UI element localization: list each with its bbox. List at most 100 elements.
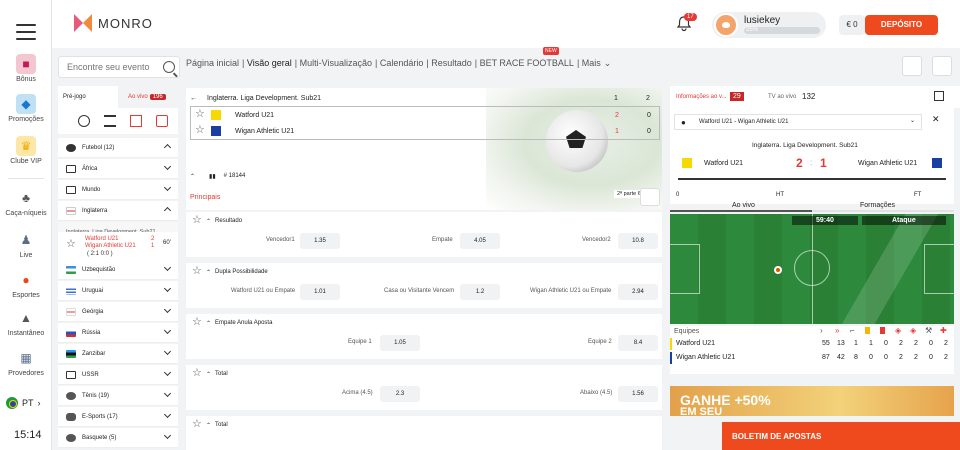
chevron-up-icon[interactable]: ⌃ (206, 218, 211, 225)
sport-row-tennis[interactable]: Tênis (19) (58, 386, 178, 406)
rail-item-slots[interactable]: ♣ Caça-níqueis (0, 188, 52, 217)
favorite-star-icon[interactable] (192, 213, 202, 226)
country-row[interactable]: Uruguai (58, 281, 178, 301)
betslip-button[interactable]: BOLETIM DE APOSTAS (722, 422, 960, 450)
favorite-star-icon[interactable] (195, 123, 205, 136)
team2-kit-icon (932, 158, 942, 168)
stats-icon[interactable]: ▮▮ (209, 173, 216, 180)
rail-item-instant[interactable]: ▲ Instantâneo (0, 308, 52, 337)
odd-button[interactable]: 2.94 (618, 284, 658, 300)
rail-item-providers[interactable]: ▦ Provedores (0, 348, 52, 377)
chevron-down-icon (163, 326, 172, 335)
multiview-icon[interactable] (130, 115, 142, 127)
timeline-bar (678, 178, 946, 180)
sport-row-esports[interactable]: E-Sports (17) (58, 407, 178, 427)
stats-row: Watford U21 55 13 1 1 0 2 2 0 2 (670, 338, 954, 350)
dangerous-attack-icon: » (835, 326, 840, 335)
country-row[interactable]: Rússia (58, 323, 178, 343)
country-row[interactable]: Zanzibar (58, 344, 178, 364)
odd-button[interactable]: 1.56 (618, 386, 658, 402)
favorite-star-icon[interactable] (192, 315, 202, 328)
country-row[interactable]: Inglaterra (58, 201, 178, 221)
fullscreen-icon[interactable] (934, 91, 944, 101)
nav-results[interactable]: Resultado (431, 58, 472, 68)
nav-calendar[interactable]: Calendário (380, 58, 424, 68)
country-row[interactable]: USSR (58, 365, 178, 385)
calculator-icon[interactable] (902, 56, 922, 76)
match-select[interactable]: Watford U21 - Wigan Athletic U21 ● ⌄ (674, 114, 922, 130)
promo-icon: ◆ (16, 94, 36, 114)
match-clock: 59:40 (792, 216, 858, 225)
collapse-icon[interactable]: ⌃ (190, 173, 195, 180)
country-row[interactable]: Uzbequistão (58, 260, 178, 280)
chevron-up-icon[interactable]: ⌃ (206, 422, 211, 429)
basketball-icon (66, 433, 76, 442)
tab-prematch[interactable]: Pré-jogo (58, 86, 118, 108)
nav-home[interactable]: Página inicial (186, 58, 239, 68)
gear-icon[interactable] (932, 56, 952, 76)
nav-multiview[interactable]: Multi-Visualização (300, 58, 372, 68)
chevron-up-icon[interactable]: ⌃ (206, 371, 211, 378)
chevron-up-icon[interactable]: ⌃ (206, 320, 211, 327)
team-row: Watford U21 2 0 (195, 107, 662, 123)
globe-icon[interactable] (78, 115, 90, 127)
chevron-up-icon[interactable]: ⌃ (206, 269, 211, 276)
mode-tabs: Pré-jogo Ao vivo 196 (58, 86, 178, 108)
favorite-star-icon[interactable] (192, 366, 202, 379)
favorite-star-icon[interactable] (192, 417, 202, 430)
promo-banner[interactable]: GANHE +50% EM SEU (670, 386, 954, 418)
sport-row-basketball[interactable]: Basquete (5) (58, 428, 178, 448)
sidebar-match[interactable]: Watford U21 Wigan Athletic U21 ( 2:1 0:0… (58, 232, 178, 262)
logo[interactable]: MONRO (74, 14, 153, 32)
list-icon[interactable] (104, 115, 116, 127)
favorite-star-icon[interactable] (66, 237, 76, 250)
rail-item-bonus[interactable]: ■ Bônus (0, 54, 52, 83)
search-icon[interactable] (640, 188, 660, 206)
country-row[interactable]: África (58, 159, 178, 179)
map-icon (66, 164, 76, 173)
target-icon: ◈ (895, 326, 902, 335)
favorite-star-icon[interactable] (192, 264, 202, 277)
chevron-up-icon (163, 206, 172, 215)
odd-button[interactable]: 1.01 (300, 284, 340, 300)
nav-overview[interactable]: Visão geral (247, 58, 292, 68)
menu-icon[interactable] (16, 24, 36, 45)
country-row[interactable]: Geórgia (58, 302, 178, 322)
tab-live-info[interactable]: Informações ao v... (676, 94, 727, 100)
rail-item-sports[interactable]: ● Esportes (0, 270, 52, 299)
tv-icon[interactable] (156, 115, 168, 127)
unpin-icon[interactable]: ✕ (932, 114, 940, 125)
username: lusiekey (744, 15, 781, 26)
odd-button[interactable]: 8.4 (618, 335, 658, 351)
search-icon[interactable] (163, 61, 175, 73)
odd-button[interactable]: 10.8 (618, 233, 658, 249)
country-row[interactable]: Mundo (58, 180, 178, 200)
odd-button[interactable]: 4.05 (460, 233, 500, 249)
rail-item-vip[interactable]: ♛ Clube VIP (0, 136, 52, 165)
user-box[interactable]: lusiekey 25% (712, 12, 826, 38)
odd-button[interactable]: 1.35 (300, 233, 340, 249)
nav-bet-race[interactable]: BET RACE FOOTBALL (480, 58, 574, 68)
sport-row-football[interactable]: Futebol (12) (58, 138, 178, 158)
nav-more[interactable]: Mais (582, 58, 601, 68)
odd-button[interactable]: 2.3 (380, 386, 420, 402)
clock: 15:14 (14, 429, 42, 441)
tab-live-tv[interactable]: TV ao vivo (768, 94, 796, 100)
search-input[interactable] (59, 57, 159, 77)
tennis-icon (66, 391, 76, 400)
chevron-down-icon (163, 183, 172, 192)
language-select[interactable]: PT › (6, 397, 41, 409)
tab-live-view[interactable]: Ao vivo (732, 202, 755, 209)
rail-item-promo[interactable]: ◆ Promoções (0, 94, 52, 123)
chevron-down-icon (163, 410, 172, 419)
tab-live[interactable]: Ao vivo 196 (118, 86, 178, 108)
odd-button[interactable]: 1.2 (460, 284, 500, 300)
tab-formations[interactable]: Formações (860, 202, 895, 209)
tab-main[interactable]: Principais (190, 194, 220, 201)
rail-item-live[interactable]: ♟ Live (0, 230, 52, 259)
deposit-button[interactable]: DEPÓSITO (865, 15, 938, 35)
favorite-star-icon[interactable] (195, 107, 205, 120)
back-arrow-icon[interactable]: ← (190, 95, 197, 102)
stats-table: Equipes › » ⌐ ◈ ◈ ⚒ ✚ Watford U21 55 13 … (670, 326, 954, 374)
odd-button[interactable]: 1.05 (380, 335, 420, 351)
